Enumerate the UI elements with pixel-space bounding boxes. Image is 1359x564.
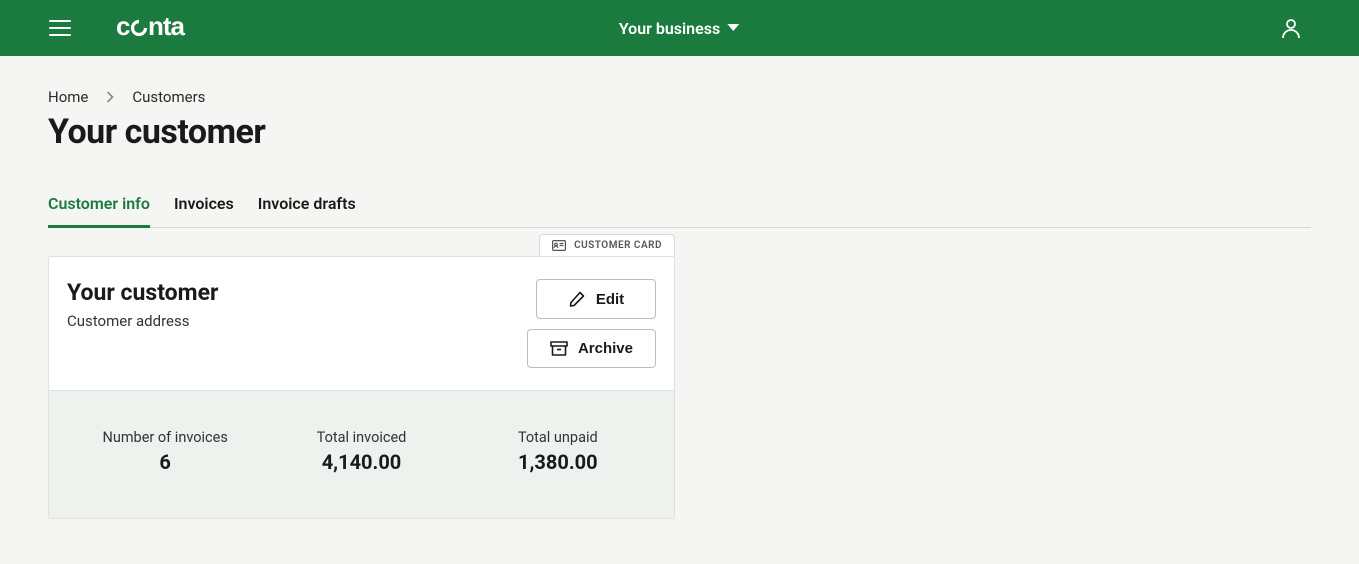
top-bar: c nta Your business [0,0,1359,56]
customer-card-tab-label: CUSTOMER CARD [574,240,662,251]
customer-card-tab: CUSTOMER CARD [539,234,675,256]
tab-invoice-drafts[interactable]: Invoice drafts [258,194,356,227]
business-label: Your business [619,19,720,38]
card-stats: Number of invoices 6 Total invoiced 4,14… [49,390,674,518]
profile-button[interactable] [1279,16,1303,40]
svg-text:nta: nta [148,15,186,41]
breadcrumb: Home Customers [48,88,1311,106]
tab-invoices[interactable]: Invoices [174,194,234,227]
chevron-down-icon [726,23,740,33]
customer-name: Your customer [67,279,218,306]
page-content: Home Customers Your customer Customer in… [0,56,1359,519]
card-actions: Edit Archive [527,279,656,368]
tab-customer-info[interactable]: Customer info [48,194,150,227]
customer-info-block: Your customer Customer address [67,279,218,330]
breadcrumb-home[interactable]: Home [48,88,88,106]
customer-card-container: CUSTOMER CARD Your customer Customer add… [48,256,675,519]
hamburger-icon [49,20,71,36]
stat-label: Total unpaid [460,429,656,446]
stat-label: Number of invoices [67,429,263,446]
menu-button[interactable] [48,16,72,40]
stat-value: 1,380.00 [460,450,656,474]
stat-total-invoiced: Total invoiced 4,140.00 [263,429,459,474]
id-card-icon [552,240,566,251]
archive-button-label: Archive [578,340,633,357]
business-selector[interactable]: Your business [619,19,740,38]
stat-value: 6 [67,450,263,474]
stat-label: Total invoiced [263,429,459,446]
customer-card: Your customer Customer address Edit [48,256,675,519]
edit-button-label: Edit [596,291,624,308]
stat-total-unpaid: Total unpaid 1,380.00 [460,429,656,474]
stat-invoice-count: Number of invoices 6 [67,429,263,474]
customer-address: Customer address [67,312,218,330]
card-header: Your customer Customer address Edit [49,257,674,390]
chevron-right-icon [106,91,114,103]
page-title: Your customer [48,112,1311,152]
archive-button[interactable]: Archive [527,329,656,368]
breadcrumb-customers[interactable]: Customers [132,88,205,106]
tabs: Customer info Invoices Invoice drafts [48,194,1311,228]
edit-button[interactable]: Edit [536,279,656,319]
archive-icon [550,341,568,357]
user-icon [1280,17,1302,39]
pencil-icon [568,290,586,308]
svg-text:c: c [116,15,130,41]
stat-value: 4,140.00 [263,450,459,474]
logo[interactable]: c nta [116,15,212,41]
conta-logo-icon: c nta [116,15,212,41]
